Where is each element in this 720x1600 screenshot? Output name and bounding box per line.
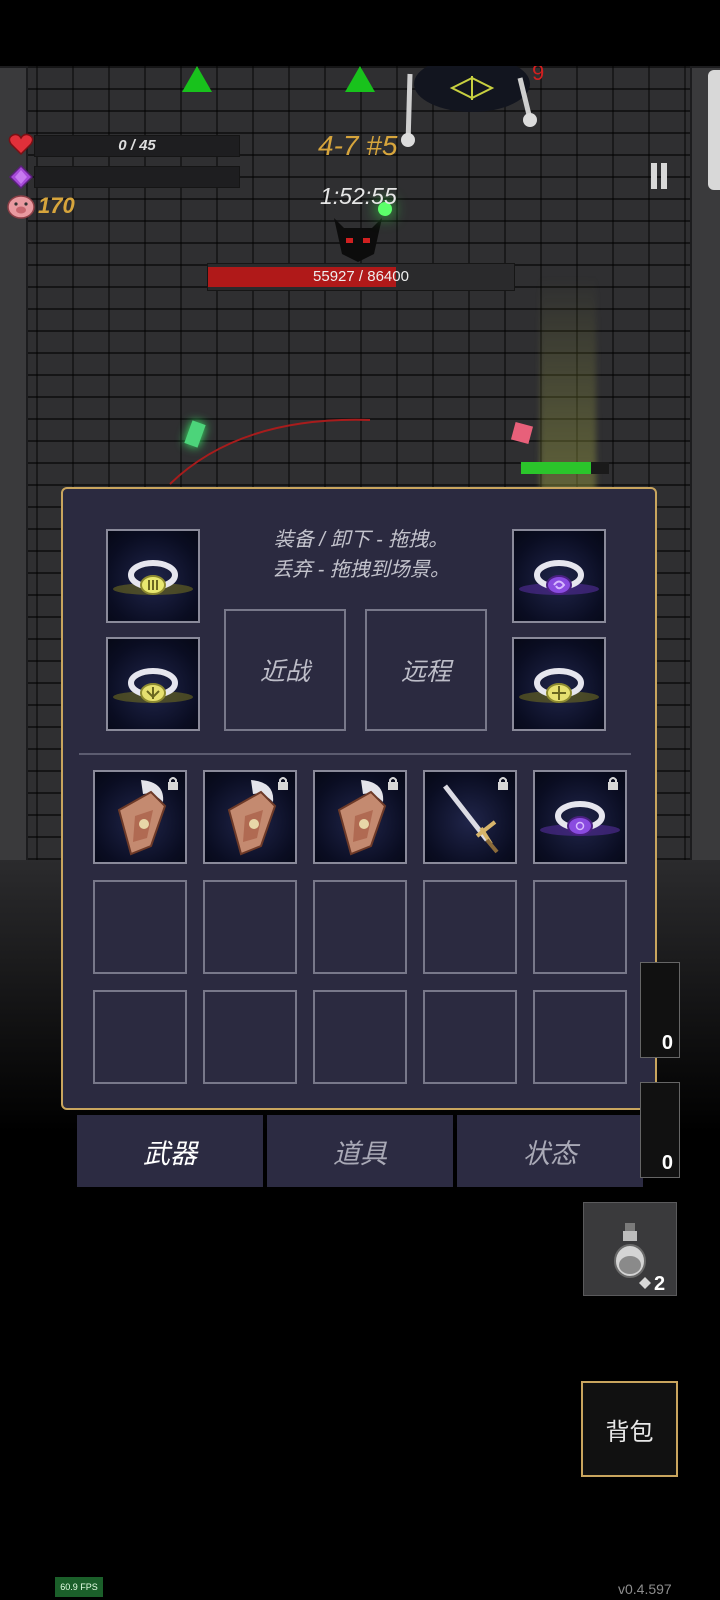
inventory-slot-empty[interactable] bbox=[203, 880, 297, 974]
inventory-panel: 装备 / 卸下 - 拖拽。 丢弃 - 拖拽到场景。 近战 远程 bbox=[61, 487, 657, 1110]
health-bar: 0 / 45 bbox=[34, 135, 240, 157]
backpack-button[interactable]: 背包 bbox=[581, 1381, 678, 1477]
inventory-slot-empty[interactable] bbox=[313, 880, 407, 974]
green-marker-icon bbox=[182, 66, 212, 92]
backpack-label: 背包 bbox=[605, 1418, 654, 1446]
potion-slot[interactable]: 2 bbox=[583, 1202, 677, 1296]
pink-crystal-icon bbox=[510, 421, 534, 445]
coin-count: 170 bbox=[38, 193, 75, 218]
tab-items[interactable]: 道具 bbox=[267, 1115, 453, 1187]
pig-coin-icon bbox=[7, 195, 35, 219]
lock-icon bbox=[168, 777, 178, 790]
tab-status[interactable]: 状态 bbox=[457, 1115, 643, 1187]
inventory-slot-empty[interactable] bbox=[203, 990, 297, 1084]
inventory-slot-empty[interactable] bbox=[313, 990, 407, 1084]
health-text: 0 / 45 bbox=[118, 137, 156, 154]
boss-sprite: 9 bbox=[401, 66, 544, 147]
ring-icon bbox=[113, 668, 193, 703]
tab-weapons-label: 武器 bbox=[143, 1138, 197, 1169]
ring-icon bbox=[519, 668, 599, 703]
ranged-slot[interactable]: 远程 bbox=[365, 609, 487, 731]
equipped-ring-slot-left-1[interactable] bbox=[106, 529, 200, 623]
inventory-slot[interactable] bbox=[313, 770, 407, 864]
inventory-slot-empty[interactable] bbox=[93, 990, 187, 1084]
quick-slot-2[interactable]: 0 bbox=[640, 1082, 680, 1178]
inventory-slot-empty[interactable] bbox=[423, 880, 517, 974]
tab-weapons[interactable]: 武器 bbox=[77, 1115, 263, 1187]
equipped-ring-slot-right-2[interactable] bbox=[512, 637, 606, 731]
heart-icon bbox=[8, 133, 34, 156]
lock-icon bbox=[278, 777, 288, 790]
quick-slot-1-count: 0 bbox=[661, 1032, 673, 1054]
stage-label: 4-7 #5 bbox=[318, 130, 398, 161]
version-label: v0.4.597 bbox=[618, 1581, 672, 1597]
quick-slot-2-count: 0 bbox=[661, 1152, 673, 1174]
equipped-ring-slot-left-2[interactable] bbox=[106, 637, 200, 731]
attack-arc bbox=[169, 418, 371, 485]
mana-bar bbox=[34, 166, 240, 188]
ring-icon bbox=[113, 560, 193, 595]
green-marker-icon bbox=[345, 66, 375, 92]
tab-status-label: 状态 bbox=[523, 1138, 577, 1169]
inventory-slot[interactable] bbox=[93, 770, 187, 864]
potion-count: 2 bbox=[654, 1273, 666, 1295]
game-timer: 1:52:55 bbox=[320, 183, 397, 209]
boss-head-icon bbox=[334, 218, 382, 262]
quick-slot-1[interactable]: 0 bbox=[640, 962, 680, 1058]
ring-icon bbox=[519, 560, 599, 595]
equipped-ring-slot-right-1[interactable] bbox=[512, 529, 606, 623]
boss-health-bar: 55927 / 86400 bbox=[207, 263, 515, 291]
inventory-slot-empty[interactable] bbox=[423, 990, 517, 1084]
potion-bottle-icon bbox=[614, 1223, 646, 1278]
boss-health-text: 55927 / 86400 bbox=[313, 268, 409, 285]
inventory-slot[interactable] bbox=[533, 770, 627, 864]
ally-health-bar bbox=[521, 462, 609, 474]
inventory-slot-empty[interactable] bbox=[533, 990, 627, 1084]
lock-icon bbox=[608, 777, 618, 790]
ranged-label: 远程 bbox=[400, 658, 451, 686]
tab-items-label: 道具 bbox=[333, 1138, 387, 1169]
diamond-icon bbox=[639, 1277, 651, 1289]
pause-icon bbox=[651, 163, 657, 189]
inventory-slot[interactable] bbox=[203, 770, 297, 864]
inventory-slot-empty[interactable] bbox=[93, 880, 187, 974]
fps-counter: 60.9 FPS bbox=[55, 1577, 103, 1597]
purple-gem-icon bbox=[8, 164, 34, 190]
pause-button[interactable] bbox=[640, 158, 670, 194]
inventory-slot-empty[interactable] bbox=[533, 880, 627, 974]
pause-icon bbox=[661, 163, 667, 189]
lock-icon bbox=[498, 777, 508, 790]
panel-divider bbox=[79, 753, 631, 755]
svg-text:9: 9 bbox=[532, 66, 544, 85]
inventory-slot[interactable] bbox=[423, 770, 517, 864]
lock-icon bbox=[388, 777, 398, 790]
melee-label: 近战 bbox=[259, 658, 310, 686]
melee-slot[interactable]: 近战 bbox=[224, 609, 346, 731]
right-edge-handle[interactable] bbox=[708, 70, 720, 190]
